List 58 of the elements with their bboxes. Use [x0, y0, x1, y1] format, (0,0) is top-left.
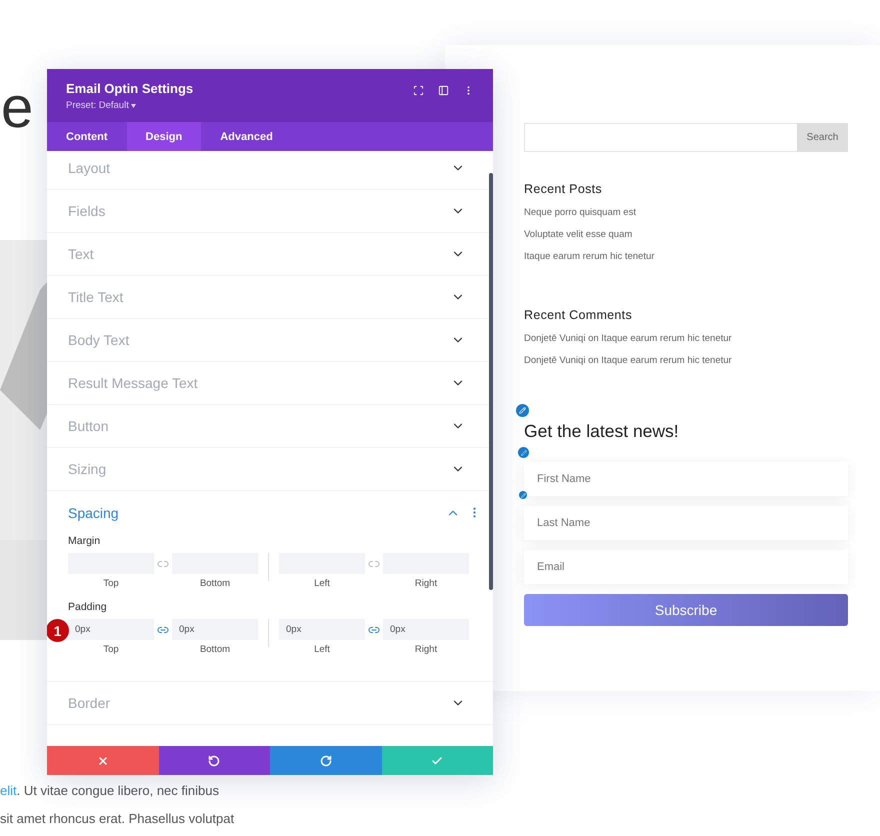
subscribe-button[interactable]: Subscribe — [524, 594, 848, 626]
tab[interactable]: Content — [47, 122, 127, 151]
post-link[interactable]: Voluptate velit esse quam — [524, 224, 848, 246]
text-link[interactable]: elit — [0, 783, 17, 798]
field-label: Left — [314, 578, 330, 589]
comment-link[interactable]: Donjetē Vuniqi on Itaque earum rerum hic tenetur — [524, 328, 848, 350]
setting-label: Padding — [68, 601, 108, 613]
preset-dropdown[interactable]: Preset: Default — [66, 100, 194, 111]
check-icon — [431, 754, 444, 766]
field-label: Left — [314, 644, 330, 655]
value-field[interactable]: 0px — [383, 619, 469, 640]
caret-icon — [131, 104, 136, 108]
group-label: Sizing — [68, 461, 106, 477]
value-field[interactable]: 0px — [68, 619, 154, 640]
body-text: sit amet rhoncus erat. Phasellus volutpat — [0, 810, 236, 828]
field-label: Bottom — [200, 644, 230, 655]
group-label: Fields — [68, 203, 106, 219]
field-label: Right — [414, 644, 438, 655]
cancel-button[interactable] — [47, 746, 158, 775]
value-field[interactable]: 0px — [279, 619, 365, 640]
optin-field[interactable]: First Name — [524, 462, 848, 496]
close-icon — [96, 754, 109, 766]
field-label: Bottom — [200, 578, 230, 589]
group-label: Body Text — [68, 332, 130, 348]
setting-label: Margin — [68, 535, 102, 547]
undo-icon — [208, 754, 220, 766]
post-link[interactable]: Itaque earum rerum hic tenetur — [524, 246, 848, 268]
widget-title: Recent Comments — [524, 308, 634, 322]
step-badge: 1 — [47, 619, 69, 642]
post-link[interactable]: Neque porro quisquam est — [524, 202, 848, 224]
search-field[interactable] — [524, 123, 797, 152]
group-label: Button — [68, 418, 108, 434]
search-button[interactable]: Search — [797, 123, 848, 152]
group-label[interactable]: Spacing — [68, 505, 119, 521]
undo-button[interactable] — [158, 746, 270, 775]
field-label: Top — [103, 644, 119, 655]
optin-title: Get the latest news! — [524, 421, 680, 442]
group-label: Layout — [68, 160, 110, 176]
redo-icon — [320, 754, 332, 766]
field-label: Right — [414, 578, 438, 589]
group-label: Border — [68, 695, 110, 711]
widget-title: Recent Posts — [524, 182, 603, 196]
group-label: Result Message Text — [68, 375, 198, 391]
group-label: Text — [68, 246, 94, 262]
optin-field[interactable]: Email — [524, 550, 848, 584]
value-field[interactable]: 0px — [172, 619, 258, 640]
tab[interactable]: Design — [126, 122, 202, 151]
redo-button[interactable] — [270, 746, 382, 775]
save-button[interactable] — [382, 746, 493, 775]
group-label: Title Text — [68, 289, 124, 305]
scrollbar[interactable] — [489, 173, 493, 590]
optin-field[interactable]: Last Name — [524, 506, 848, 540]
page-heading: e — [1, 78, 34, 138]
body-text: elit. Ut vitae congue libero, nec finibus — [0, 782, 220, 800]
tab[interactable]: Advanced — [201, 122, 292, 151]
field-label: Top — [103, 578, 119, 589]
modal-title: Email Optin Settings — [66, 81, 194, 96]
comment-link[interactable]: Donjetē Vuniqi on Itaque earum rerum hic tenetur — [524, 350, 848, 372]
